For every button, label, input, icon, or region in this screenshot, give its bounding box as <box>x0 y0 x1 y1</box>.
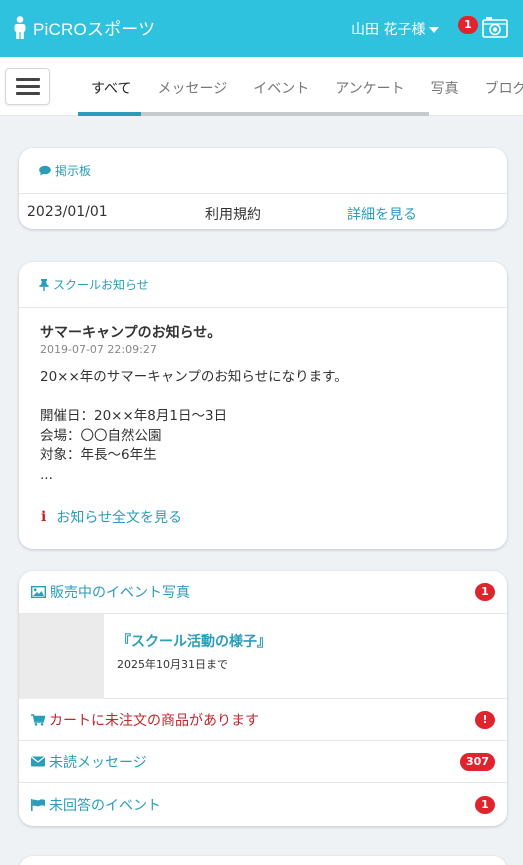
brand-logo[interactable]: PiCROスポーツ <box>12 15 155 40</box>
unanswered-events-count: 1 <box>475 795 495 814</box>
user-menu[interactable]: 山田 花子様 <box>351 19 440 39</box>
flag-icon <box>31 798 45 811</box>
notice-line: 開催日：20××年8月1日〜3日 <box>40 408 228 424</box>
unread-messages: 未読メッセージ <box>31 752 147 772</box>
photos-heading-row[interactable]: 販売中のイベント写真 1 <box>19 571 507 614</box>
school-notice-card: スクールお知らせ サマーキャンプのお知らせ。 2019-07-07 22:09:… <box>19 262 507 549</box>
unread-messages-row[interactable]: 未読メッセージ 307 <box>19 741 507 783</box>
camera-icon[interactable] <box>482 16 508 38</box>
cart-alert-text: カートに未注文の商品があります <box>49 712 259 729</box>
tab-list: すべて メッセージ イベント アンケート 写真 ブログ <box>78 57 523 116</box>
notice-body: 20××年のサマーキャンプのお知らせになります。 開催日：20××年8月1日〜3… <box>40 368 348 485</box>
pin-icon <box>39 278 49 291</box>
notice-title: サマーキャンプのお知らせ。 <box>40 325 222 341</box>
notice-heading-label: スクールお知らせ <box>53 278 149 292</box>
photos-heading-label: 販売中のイベント写真 <box>50 585 190 601</box>
notice-full-text-link[interactable]: i お知らせ全文を見る <box>41 507 182 527</box>
unread-messages-label: 未読メッセージ <box>49 754 147 771</box>
notice-link-label: お知らせ全文を見る <box>56 510 183 526</box>
event-title: 『スクール活動の様子』 <box>117 634 271 650</box>
person-icon <box>14 15 26 39</box>
unanswered-events-label: 未回答のイベント <box>49 797 161 814</box>
event-photo-item[interactable]: 『スクール活動の様子』 2025年10月31日まで <box>19 614 507 699</box>
event-photos-card: 販売中のイベント写真 1 『スクール活動の様子』 2025年10月31日まで カ… <box>19 571 507 826</box>
tab-photos[interactable]: 写真 <box>418 57 472 116</box>
envelope-icon <box>31 756 45 767</box>
cart-icon <box>31 713 45 726</box>
user-name: 山田 花子様 <box>351 22 426 38</box>
event-thumbnail <box>19 614 104 699</box>
chevron-down-icon <box>429 27 440 33</box>
bulletin-title: 利用規約 <box>205 207 261 223</box>
tab-bar: すべて メッセージ イベント アンケート 写真 ブログ <box>0 57 523 116</box>
tab-events[interactable]: イベント <box>240 57 322 116</box>
cart-alert-badge: ! <box>475 710 495 729</box>
tab-all[interactable]: すべて <box>78 57 144 116</box>
notice-line: 対象：年長〜6年生 <box>40 447 157 463</box>
tab-messages[interactable]: メッセージ <box>144 57 240 116</box>
event-sale-deadline: 2025年10月31日まで <box>117 658 228 671</box>
image-icon <box>31 586 46 598</box>
unanswered-events: 未回答のイベント <box>31 795 161 815</box>
bulletin-card: 掲示板 2023/01/01 利用規約 詳細を見る <box>19 148 507 229</box>
photos-heading: 販売中のイベント写真 <box>31 582 190 602</box>
unanswered-events-row[interactable]: 未回答のイベント 1 <box>19 783 507 826</box>
comment-icon <box>39 165 51 176</box>
hamburger-menu-button[interactable] <box>5 68 50 105</box>
app-header: PiCROスポーツ 山田 花子様 1 <box>0 0 523 57</box>
notice-heading: スクールお知らせ <box>19 262 507 308</box>
tab-surveys[interactable]: アンケート <box>322 57 417 116</box>
brand-name: PiCROスポーツ <box>33 20 156 39</box>
notice-line: ... <box>40 466 53 483</box>
bulletin-heading: 掲示板 <box>19 148 507 194</box>
tab-active-indicator <box>78 112 141 116</box>
cart-alert: カートに未注文の商品があります <box>31 710 259 730</box>
notice-line <box>40 388 348 408</box>
bulletin-detail-link[interactable]: 詳細を見る <box>347 204 417 224</box>
notification-badge: 1 <box>458 16 478 34</box>
tab-blog[interactable]: ブログ <box>472 57 523 116</box>
unread-messages-count: 307 <box>460 752 495 771</box>
notice-line: 20××年のサマーキャンプのお知らせになります。 <box>40 369 348 385</box>
bulletin-date: 2023/01/01 <box>27 204 108 220</box>
cart-alert-row[interactable]: カートに未注文の商品があります ! <box>19 699 507 741</box>
next-card <box>19 856 507 865</box>
info-icon: i <box>41 509 47 525</box>
photos-count-badge: 1 <box>475 583 495 601</box>
notice-datetime: 2019-07-07 22:09:27 <box>40 343 157 356</box>
bulletin-heading-label: 掲示板 <box>55 164 92 178</box>
notice-line: 会場：〇〇自然公園 <box>40 427 162 444</box>
